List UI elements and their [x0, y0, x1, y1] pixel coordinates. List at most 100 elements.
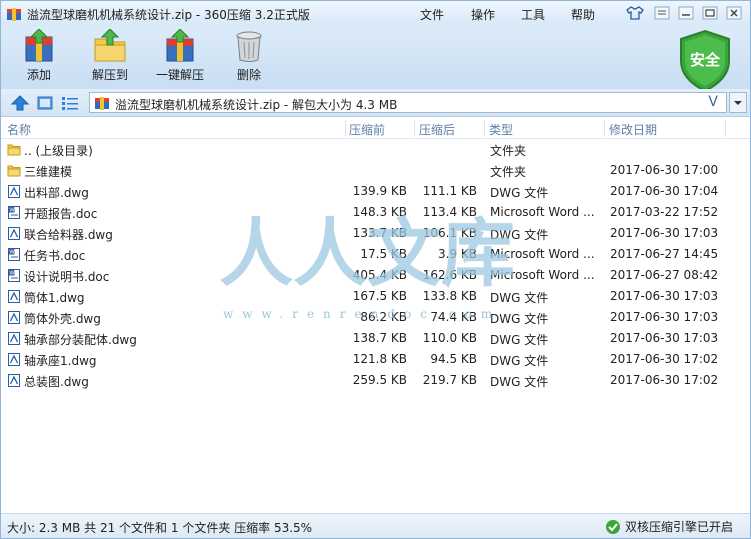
extract-folder-icon	[94, 29, 126, 62]
app-logo-icon	[7, 8, 21, 21]
svg-text:W: W	[9, 271, 15, 277]
file-row[interactable]: W 设计说明书.doc 405.4 KB 162.6 KB Microsoft Word…	[1, 265, 750, 286]
file-modified-date: 2017-06-27 14:45	[610, 247, 719, 261]
file-size-after: 113.4 KB	[422, 205, 477, 219]
file-modified-date: 2017-06-27 08:42	[610, 268, 719, 282]
file-row[interactable]: W 开题报告.doc 148.3 KB 113.4 KB Microsoft Word …	[1, 202, 750, 223]
close-icon[interactable]	[725, 5, 743, 21]
file-name: 设计说明书.doc	[24, 270, 110, 284]
file-size-before: 121.8 KB	[352, 352, 407, 366]
column-divider[interactable]	[604, 120, 605, 137]
file-name: 出料部.dwg	[24, 186, 89, 200]
file-name: 三维建模	[24, 165, 73, 179]
file-size-before: 17.5 KB	[360, 247, 407, 261]
file-size-after: 94.5 KB	[430, 352, 477, 366]
add-button[interactable]: 添加	[17, 29, 61, 87]
file-type: DWG 文件	[490, 228, 549, 242]
file-size-before: 139.9 KB	[352, 184, 407, 198]
file-type: 文件夹	[490, 165, 527, 179]
column-size-before[interactable]: 压缩前	[349, 121, 385, 138]
skin-shirt-icon[interactable]	[626, 5, 644, 21]
address-v-label[interactable]: V	[708, 94, 718, 110]
extract-to-label: 解压到	[91, 68, 128, 82]
settings-icon[interactable]	[653, 5, 671, 21]
engine-status: 双核压缩引擎已开启	[607, 518, 733, 535]
archive-summary: 大小: 2.3 MB 共 21 个文件和 1 个文件夹 压缩率 53.5%	[7, 521, 313, 535]
file-name: 任务书.doc	[24, 249, 86, 263]
trash-can-icon	[236, 31, 262, 62]
chevron-down-icon	[734, 101, 742, 105]
window-title: 溢流型球磨机机械系统设计.zip - 360压缩 3.2正式版	[27, 8, 310, 22]
file-row[interactable]: 总装图.dwg 259.5 KB 219.7 KB DWG 文件 2017-06-30 …	[1, 370, 750, 391]
up-arrow-icon[interactable]	[11, 95, 29, 111]
menu-operate[interactable]: 操作	[471, 6, 495, 23]
file-type: DWG 文件	[490, 291, 549, 305]
dwg-icon	[8, 185, 20, 198]
thumbnail-view-icon[interactable]	[36, 95, 54, 111]
menu-tools[interactable]: 工具	[521, 6, 545, 23]
file-type: DWG 文件	[490, 354, 549, 368]
menu-file[interactable]: 文件	[420, 6, 444, 23]
column-divider[interactable]	[484, 120, 485, 137]
minimize-icon[interactable]	[677, 5, 695, 21]
file-size-before: 167.5 KB	[352, 289, 407, 303]
status-bar: 大小: 2.3 MB 共 21 个文件和 1 个文件夹 压缩率 53.5% 双核…	[1, 513, 750, 538]
security-shield-badge[interactable]: 安全	[677, 29, 733, 93]
extract-to-button[interactable]: 解压到	[85, 29, 135, 87]
file-name: 总装图.dwg	[24, 375, 89, 389]
one-click-extract-icon	[166, 29, 194, 62]
file-type: Microsoft Word ...	[490, 205, 595, 219]
folder-icon	[7, 144, 21, 156]
file-row[interactable]: W 任务书.doc 17.5 KB 3.9 KB Microsoft Word ... 2…	[1, 244, 750, 265]
file-row[interactable]: 轴承座1.dwg 121.8 KB 94.5 KB DWG 文件 2017-06-30 …	[1, 349, 750, 370]
file-type: Microsoft Word ...	[490, 247, 595, 261]
file-type: 文件夹	[490, 144, 527, 158]
column-divider[interactable]	[414, 120, 415, 137]
column-divider[interactable]	[345, 120, 346, 137]
file-size-after: 111.1 KB	[422, 184, 477, 198]
add-label: 添加	[26, 68, 51, 82]
delete-button[interactable]: 删除	[229, 29, 269, 87]
column-type[interactable]: 类型	[489, 121, 513, 138]
file-modified-date: 2017-06-30 17:04	[610, 184, 719, 198]
file-size-before: 133.7 KB	[352, 226, 407, 240]
menu-help[interactable]: 帮助	[571, 6, 595, 23]
file-row[interactable]: 联合给料器.dwg 133.7 KB 106.1 KB DWG 文件 2017-06-3…	[1, 223, 750, 244]
svg-text:W: W	[9, 208, 15, 214]
engine-status-text: 双核压缩引擎已开启	[625, 520, 734, 534]
file-modified-date: 2017-06-30 17:03	[610, 310, 719, 324]
address-input[interactable]: 溢流型球磨机机械系统设计.zip - 解包大小为 4.3 MB V	[89, 92, 727, 113]
folder-icon	[7, 165, 21, 177]
shield-label: 安全	[689, 51, 720, 69]
file-name: 筒体1.dwg	[24, 291, 85, 305]
column-modified-date[interactable]: 修改日期	[609, 121, 657, 138]
file-modified-date: 2017-06-30 17:03	[610, 226, 719, 240]
list-view-icon[interactable]	[61, 95, 79, 111]
file-modified-date: 2017-03-22 17:52	[610, 205, 719, 219]
file-size-before: 148.3 KB	[352, 205, 407, 219]
file-row[interactable]: 三维建模 文件夹 2017-06-30 17:00	[1, 160, 750, 181]
file-name: .. (上级目录)	[24, 144, 93, 158]
column-name[interactable]: 名称	[7, 121, 31, 138]
file-name: 轴承座1.dwg	[24, 354, 97, 368]
file-row[interactable]: 筒体1.dwg 167.5 KB 133.8 KB DWG 文件 2017-06-30 …	[1, 286, 750, 307]
one-click-extract-button[interactable]: 一键解压	[153, 29, 207, 87]
file-row[interactable]: 出料部.dwg 139.9 KB 111.1 KB DWG 文件 2017-06-30 …	[1, 181, 750, 202]
file-row[interactable]: .. (上级目录) 文件夹	[1, 139, 750, 160]
doc-icon: W	[8, 206, 20, 219]
column-divider[interactable]	[725, 120, 726, 137]
file-type: DWG 文件	[490, 333, 549, 347]
dwg-icon	[8, 332, 20, 345]
app-window: 溢流型球磨机机械系统设计.zip - 360压缩 3.2正式版 文件 操作 工具…	[0, 0, 751, 539]
address-dropdown[interactable]	[729, 92, 747, 113]
file-size-after: 219.7 KB	[422, 373, 477, 387]
file-row[interactable]: 轴承部分装配体.dwg 138.7 KB 110.0 KB DWG 文件 2017-06…	[1, 328, 750, 349]
column-size-after[interactable]: 压缩后	[419, 121, 455, 138]
file-modified-date: 2017-06-30 17:02	[610, 352, 719, 366]
doc-icon: W	[8, 248, 20, 261]
file-name: 开题报告.doc	[24, 207, 98, 221]
file-type: DWG 文件	[490, 186, 549, 200]
watermark-url: www.renrendoc.com	[223, 307, 502, 321]
maximize-icon[interactable]	[701, 5, 719, 21]
svg-text:W: W	[9, 250, 15, 256]
